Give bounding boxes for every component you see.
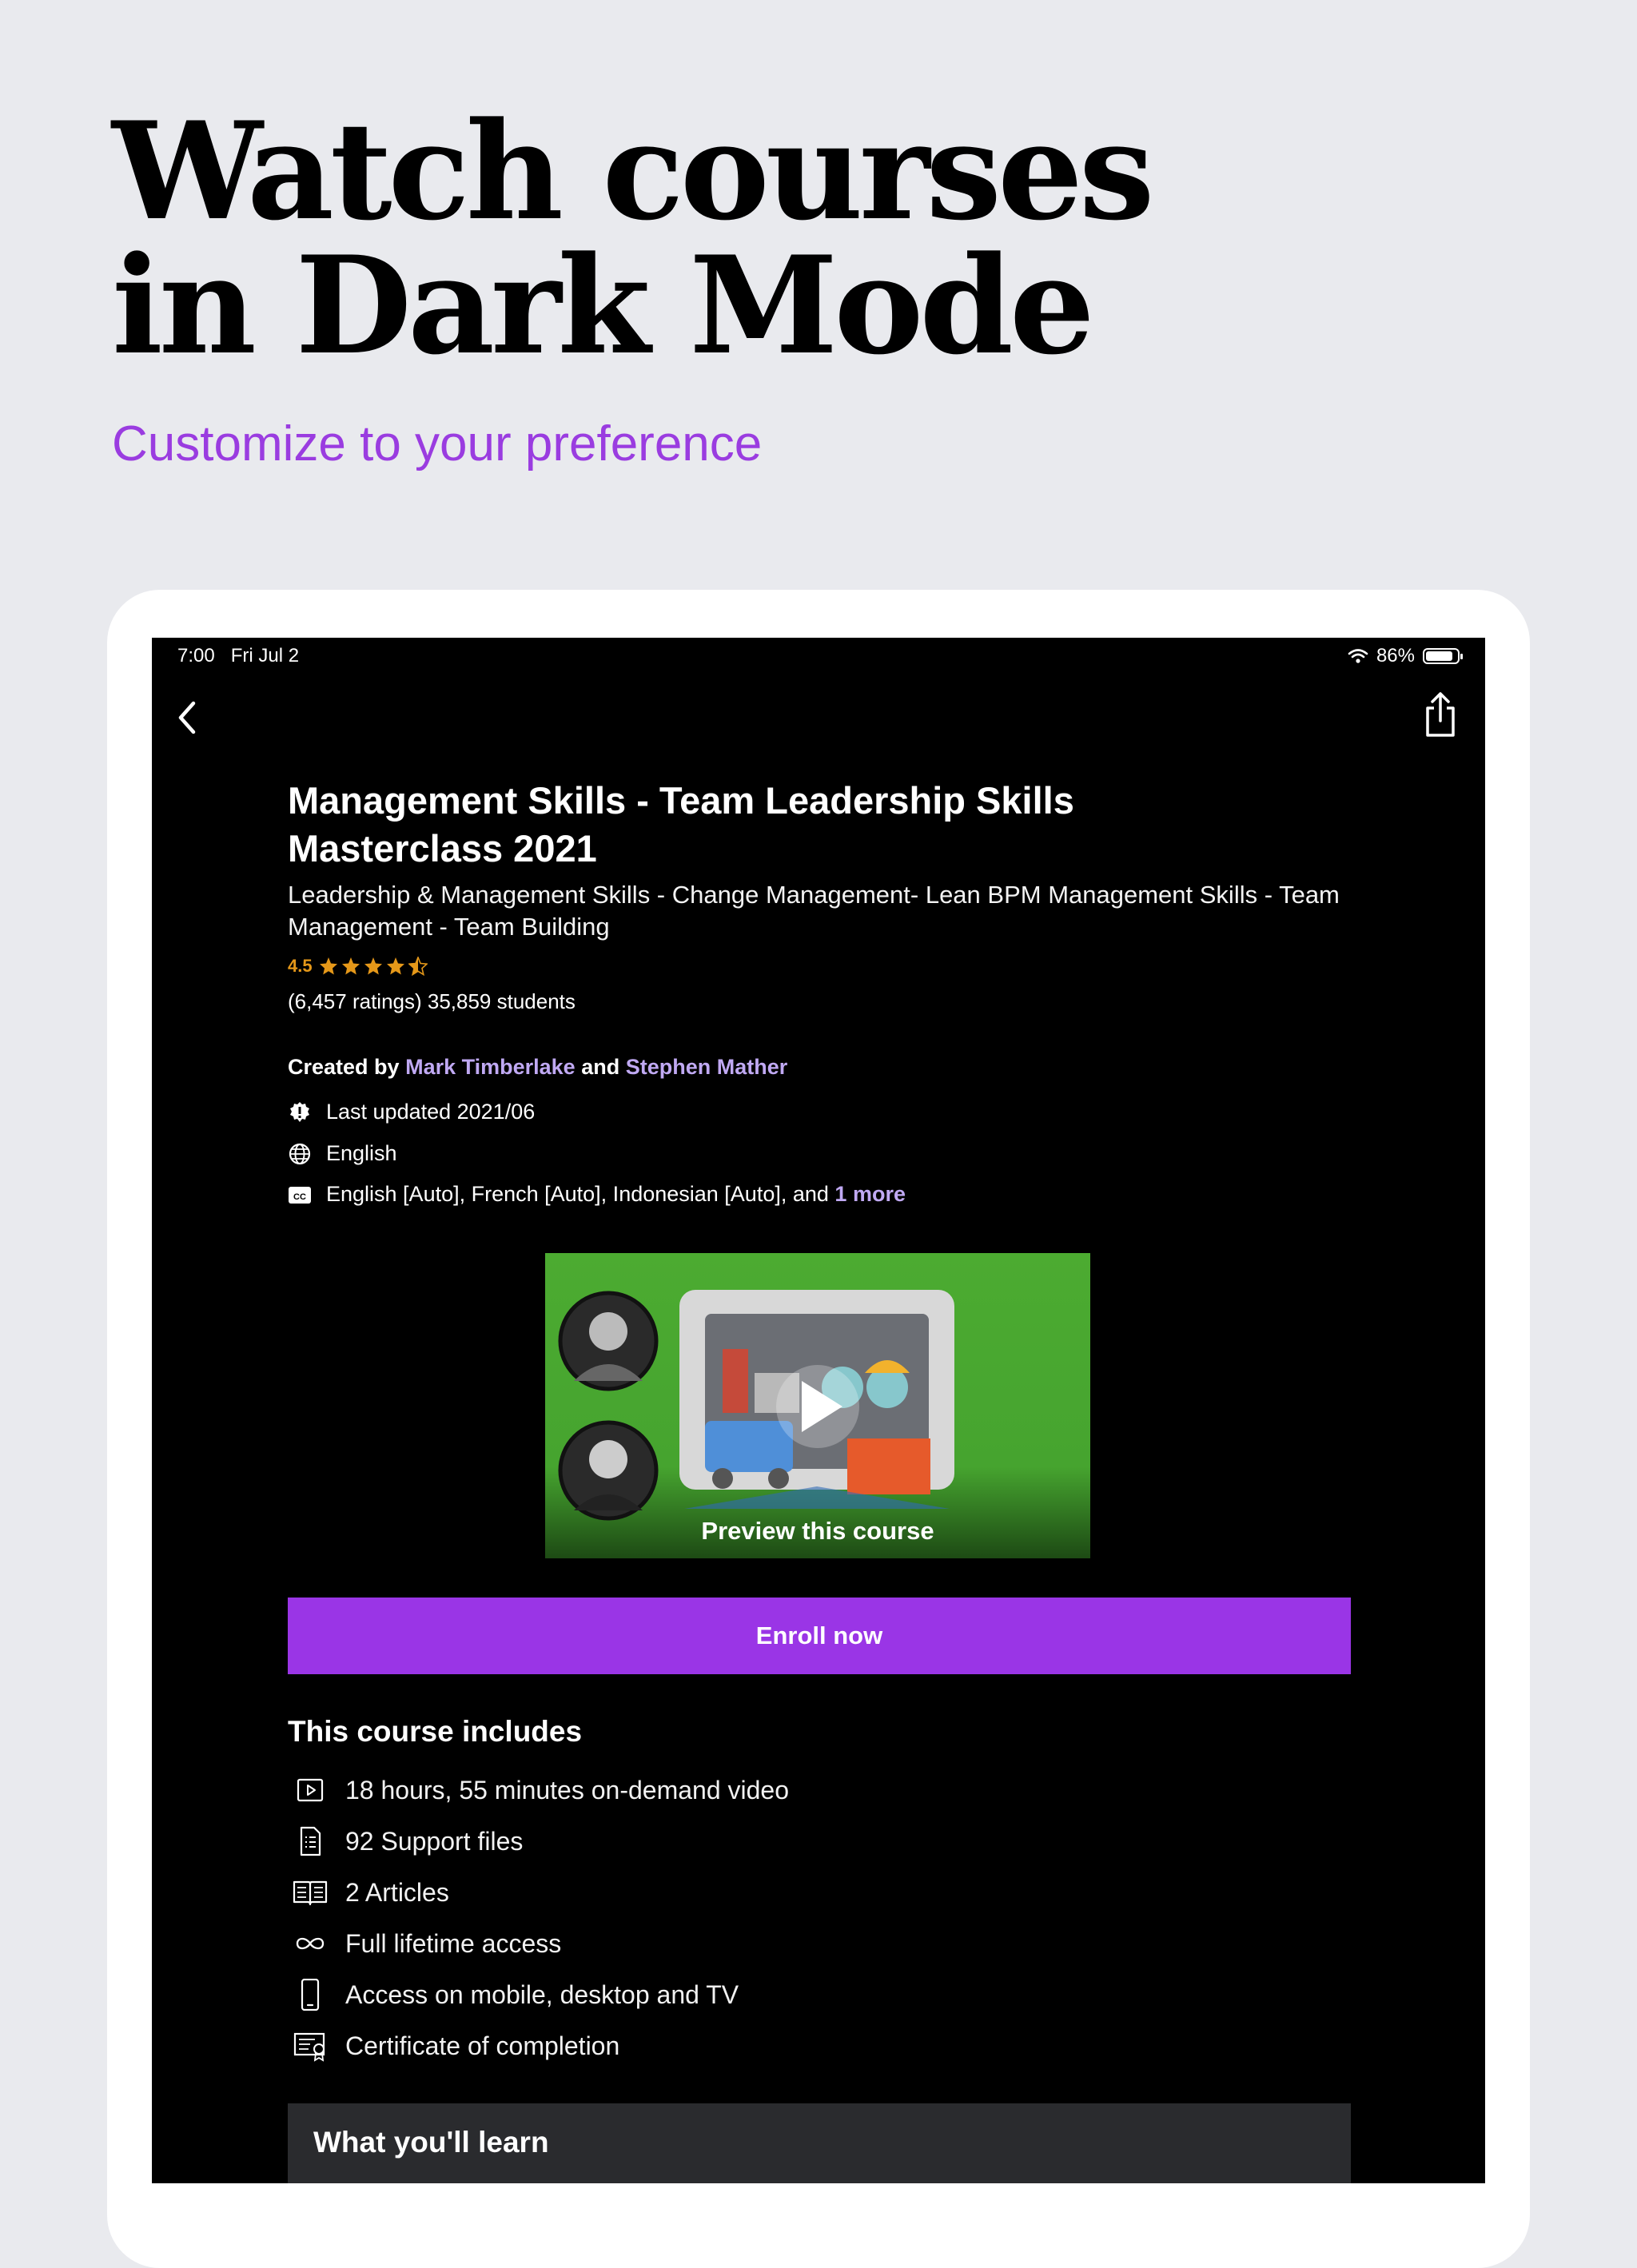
include-item-lifetime: Full lifetime access [293, 1928, 561, 1960]
preview-label: Preview this course [701, 1517, 934, 1545]
file-list-icon [300, 1826, 321, 1856]
status-clock: 7:00 [177, 645, 215, 666]
captions-row: CC English [Auto], French [Auto], Indone… [288, 1182, 906, 1207]
hero-title-line1: Watch courses [112, 92, 1155, 250]
status-time: 7:00 Fri Jul 2 [177, 645, 299, 667]
learn-title: What you'll learn [313, 2126, 549, 2159]
enroll-button[interactable]: Enroll now [288, 1598, 1351, 1674]
include-label-certificate: Certificate of completion [345, 2031, 620, 2060]
mobile-icon [301, 1979, 320, 2011]
video-icon [297, 1778, 324, 1802]
preview-thumbnail [558, 1290, 954, 1521]
captions-more-link[interactable]: 1 more [834, 1182, 906, 1206]
status-right: 86% [1348, 645, 1463, 667]
include-item-mobile: Access on mobile, desktop and TV [293, 1979, 739, 2011]
ratings-count: (6,457 ratings) 35,859 students [288, 989, 576, 1013]
include-item-files: 92 Support files [293, 1825, 523, 1857]
star-icon [364, 957, 382, 975]
battery-percent: 86% [1376, 645, 1415, 666]
hero-title: Watch courses in Dark Mode [112, 92, 1155, 384]
device-screen: 7:00 Fri Jul 2 86% Management Skills - T… [152, 638, 1485, 2183]
hero-subtitle: Customize to your preference [112, 416, 763, 472]
include-item-video: 18 hours, 55 minutes on-demand video [293, 1774, 789, 1806]
language-row: English [288, 1141, 397, 1166]
star-icon [386, 957, 404, 975]
created-by: Created by Mark Timberlake and Stephen M… [288, 1055, 787, 1080]
include-label-lifetime: Full lifetime access [345, 1928, 562, 1958]
rating-value: 4.5 [288, 956, 313, 976]
course-preview-video[interactable]: Preview this course [545, 1253, 1090, 1558]
include-label-mobile: Access on mobile, desktop and TV [345, 1980, 739, 2009]
include-label-articles: 2 Articles [345, 1877, 449, 1907]
author-link-1[interactable]: Mark Timberlake [405, 1055, 576, 1079]
closed-captions-icon: CC [289, 1186, 311, 1204]
share-icon[interactable] [1420, 689, 1461, 740]
article-icon [293, 1880, 328, 1906]
star-icon [408, 957, 428, 976]
include-label-video: 18 hours, 55 minutes on-demand video [345, 1775, 790, 1804]
star-icon [341, 957, 360, 975]
last-updated-text: Last updated 2021/06 [326, 1100, 536, 1124]
and-label: and [581, 1055, 620, 1079]
include-label-files: 92 Support files [345, 1826, 524, 1856]
star-rating [319, 957, 428, 976]
language-text: English [326, 1141, 397, 1165]
author-link-2[interactable]: Stephen Mather [626, 1055, 788, 1079]
include-item-articles: 2 Articles [293, 1876, 449, 1908]
globe-icon [289, 1143, 311, 1164]
star-icon [319, 957, 337, 975]
infinity-icon [296, 1937, 325, 1950]
course-subtitle: Leadership & Management Skills - Change … [288, 881, 1340, 941]
battery-icon [1423, 648, 1463, 664]
rating-row: 4.5 [288, 956, 428, 977]
last-updated-row: Last updated 2021/06 [288, 1100, 535, 1124]
status-bar: 7:00 Fri Jul 2 86% [152, 638, 1485, 674]
status-date: Fri Jul 2 [230, 645, 300, 666]
svg-text:CC: CC [293, 1192, 306, 1202]
include-item-certificate: Certificate of completion [293, 2030, 619, 2062]
back-chevron-icon[interactable] [169, 694, 209, 742]
created-by-label: Created by [288, 1055, 400, 1079]
captions-text: English [Auto], French [Auto], Indonesia… [326, 1182, 829, 1206]
hero-title-line2: in Dark Mode [112, 226, 1095, 384]
what-youll-learn-section: What you'll learn [288, 2103, 1351, 2183]
includes-title: This course includes [288, 1715, 583, 1748]
wifi-icon [1348, 649, 1368, 663]
course-title: Management Skills - Team Leadership Skil… [288, 779, 1074, 869]
certificate-icon [293, 2032, 325, 2062]
alert-badge-icon [290, 1101, 309, 1122]
